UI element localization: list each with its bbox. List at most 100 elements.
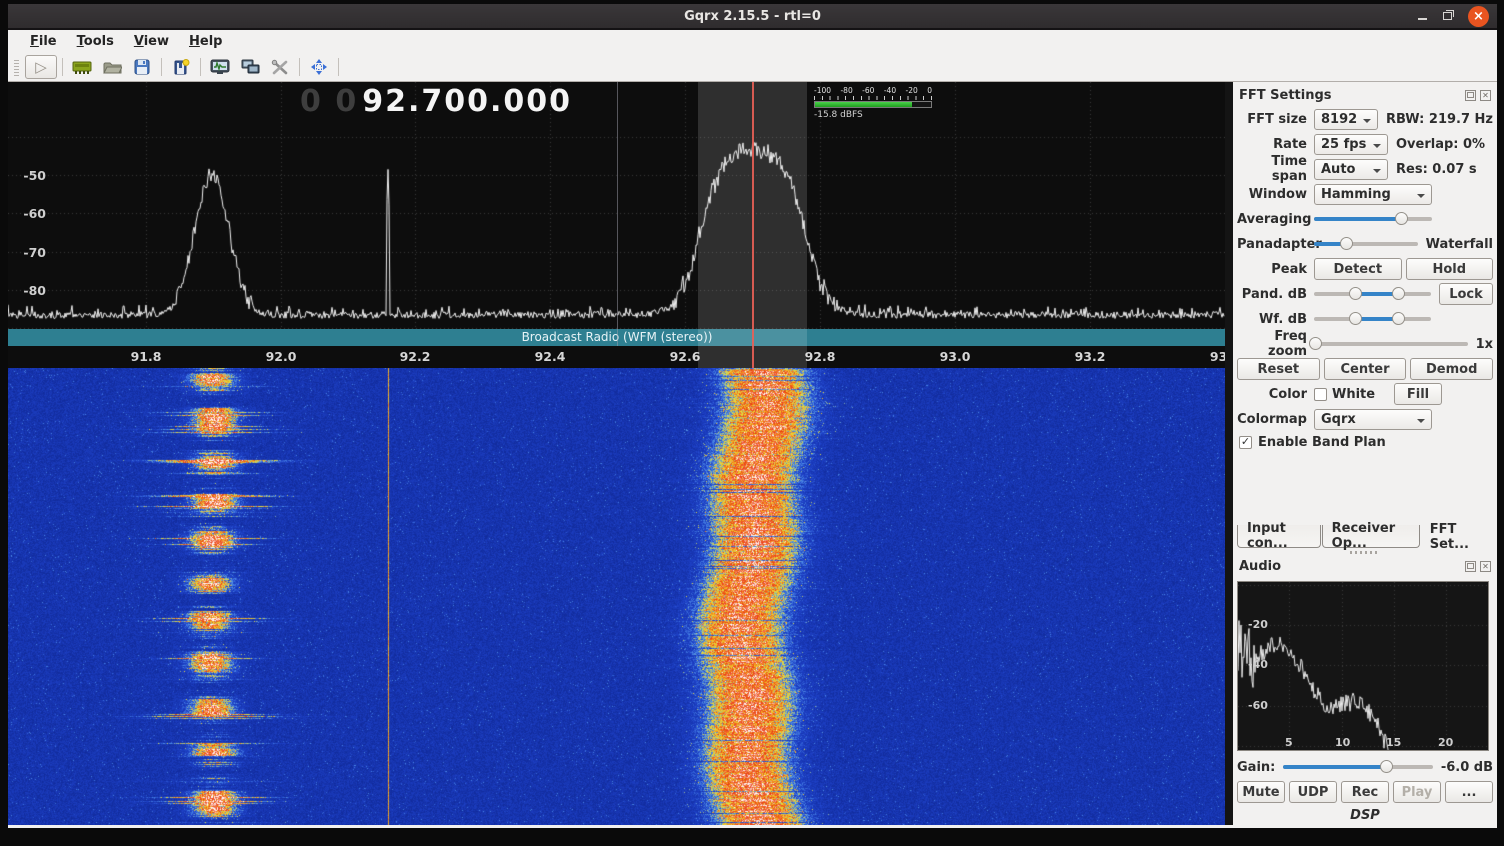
enable-band-plan-checkbox[interactable] xyxy=(1239,436,1252,449)
close-icon[interactable]: × xyxy=(1468,6,1489,27)
dock-float-icon[interactable] xyxy=(1465,561,1476,572)
audio-gain-slider[interactable] xyxy=(1283,759,1432,775)
panadapter-label: Panadapter xyxy=(1237,237,1307,252)
fullscreen-button[interactable] xyxy=(305,55,333,79)
open-file-button[interactable] xyxy=(98,55,126,79)
freq-tick: 92.2 xyxy=(400,349,431,364)
frequency-axis: 91.8 92.0 92.2 92.4 92.6 92.8 93.0 93.2 … xyxy=(8,346,1225,368)
freq-tick: 93. xyxy=(1210,349,1225,364)
remote-control-button[interactable] xyxy=(236,55,264,79)
freq-tick: 93.2 xyxy=(1075,349,1106,364)
pandapter-db-range-slider[interactable] xyxy=(1314,286,1431,302)
freq-zoom-label: Freq zoom xyxy=(1237,329,1307,359)
gain-label: Gain: xyxy=(1237,760,1275,775)
fill-button[interactable]: Fill xyxy=(1394,383,1442,405)
toolbar-drag-handle[interactable] xyxy=(14,58,19,76)
averaging-slider[interactable] xyxy=(1314,211,1432,227)
gqrx-window: Gqrx 2.15.5 - rtl=0 × File Tools View He… xyxy=(8,4,1497,828)
tuned-frequency-line[interactable] xyxy=(752,82,754,368)
tab-input-controls[interactable]: Input con... xyxy=(1237,525,1321,548)
freq-tick: 92.6 xyxy=(670,349,701,364)
udp-button[interactable]: UDP xyxy=(1289,781,1337,803)
peak-hold-button[interactable]: Hold xyxy=(1406,258,1494,280)
meter-ruler xyxy=(814,96,932,100)
enable-band-plan-label: Enable Band Plan xyxy=(1258,435,1386,450)
meter-bar xyxy=(814,101,932,108)
tools-icon xyxy=(271,59,289,76)
settings-tools-button[interactable] xyxy=(266,55,294,79)
iq-tool-button[interactable] xyxy=(206,55,234,79)
white-checkbox-label: White xyxy=(1332,387,1375,402)
menubar: File Tools View Help xyxy=(8,30,1497,53)
computers-icon xyxy=(241,59,260,76)
fft-settings-title: FFT Settings xyxy=(1239,88,1461,103)
waterfall-db-range-slider[interactable] xyxy=(1314,311,1431,327)
rate-label: Rate xyxy=(1237,137,1307,152)
rbw-value: RBW: 219.7 Hz xyxy=(1386,112,1493,127)
freq-digits: 92.700.000 xyxy=(362,84,572,119)
menu-tools[interactable]: Tools xyxy=(67,32,124,51)
more-button[interactable]: ... xyxy=(1445,781,1493,803)
chevron-down-icon xyxy=(1373,144,1381,152)
save-button[interactable] xyxy=(128,55,156,79)
time-span-select[interactable]: Auto xyxy=(1314,159,1388,180)
demod-button[interactable]: Demod xyxy=(1410,358,1493,380)
bookmark-icon xyxy=(173,59,190,76)
white-checkbox[interactable] xyxy=(1314,388,1327,401)
dsp-label: DSP xyxy=(1237,808,1493,823)
dock-close-icon[interactable]: ✕ xyxy=(1480,90,1491,101)
frequency-readout[interactable]: 0 092.700.000 xyxy=(300,84,572,119)
fft-size-label: FFT size xyxy=(1237,112,1307,127)
folder-icon xyxy=(103,60,122,75)
monitor-waveform-icon xyxy=(210,59,230,76)
freq-zoom-slider[interactable] xyxy=(1314,336,1468,352)
peak-label: Peak xyxy=(1237,262,1307,277)
menu-file[interactable]: File xyxy=(20,32,67,51)
bookmarks-button[interactable] xyxy=(167,55,195,79)
freq-tick: 93.0 xyxy=(940,349,971,364)
maximize-icon[interactable] xyxy=(1443,12,1452,20)
chevron-down-icon xyxy=(1417,419,1425,427)
colormap-select[interactable]: Gqrx xyxy=(1314,409,1432,430)
titlebar[interactable]: Gqrx 2.15.5 - rtl=0 × xyxy=(8,4,1497,28)
rec-button[interactable]: Rec xyxy=(1341,781,1389,803)
rate-select[interactable]: 25 fps xyxy=(1314,134,1388,155)
plotter-area: Broadcast Radio (WFM (stereo)) 91.8 92.0… xyxy=(8,82,1225,825)
tab-receiver-options[interactable]: Receiver Op... xyxy=(1322,525,1420,548)
center-frequency-line xyxy=(617,82,618,346)
res-value: Res: 0.07 s xyxy=(1396,162,1477,177)
fft-size-select[interactable]: 8192 xyxy=(1314,109,1378,130)
freq-leading-zeros: 0 0 xyxy=(300,84,358,119)
move-arrows-icon xyxy=(310,58,328,76)
freq-tick: 92.8 xyxy=(805,349,836,364)
reset-button[interactable]: Reset xyxy=(1237,358,1320,380)
memory-chip-icon xyxy=(72,60,92,75)
window-select[interactable]: Hamming xyxy=(1314,184,1432,205)
chevron-down-icon xyxy=(1417,194,1425,202)
menu-help[interactable]: Help xyxy=(179,32,232,51)
meter-value: -15.8 dBFS xyxy=(814,110,932,120)
center-button[interactable]: Center xyxy=(1324,358,1407,380)
color-label: Color xyxy=(1237,387,1307,402)
minimize-icon[interactable] xyxy=(1418,18,1427,20)
mute-button[interactable]: Mute xyxy=(1237,781,1285,803)
peak-detect-button[interactable]: Detect xyxy=(1314,258,1402,280)
waterfall-label: Waterfall xyxy=(1426,237,1493,252)
lock-button[interactable]: Lock xyxy=(1439,283,1493,305)
menu-view[interactable]: View xyxy=(124,32,179,51)
waterfall[interactable] xyxy=(8,368,1225,825)
dock-splitter-handle[interactable] xyxy=(1350,551,1380,554)
dock-close-icon[interactable]: ✕ xyxy=(1480,561,1491,572)
play-button[interactable]: Play xyxy=(1393,781,1441,803)
pan-waterfall-split-slider[interactable] xyxy=(1314,236,1418,252)
wf-db-label: Wf. dB xyxy=(1237,312,1307,327)
start-dsp-button[interactable]: ▷ xyxy=(25,55,57,79)
play-icon: ▷ xyxy=(35,58,47,76)
window-label: Window xyxy=(1237,187,1307,202)
dock-float-icon[interactable] xyxy=(1465,90,1476,101)
io-devices-button[interactable] xyxy=(68,55,96,79)
tab-fft-settings[interactable]: FFT Set... xyxy=(1421,525,1492,548)
window-title: Gqrx 2.15.5 - rtl=0 xyxy=(684,9,821,24)
settings-panel: FFT Settings ✕ FFT size 8192 RBW: 219.7 … xyxy=(1233,82,1497,825)
chevron-down-icon xyxy=(1373,169,1381,177)
